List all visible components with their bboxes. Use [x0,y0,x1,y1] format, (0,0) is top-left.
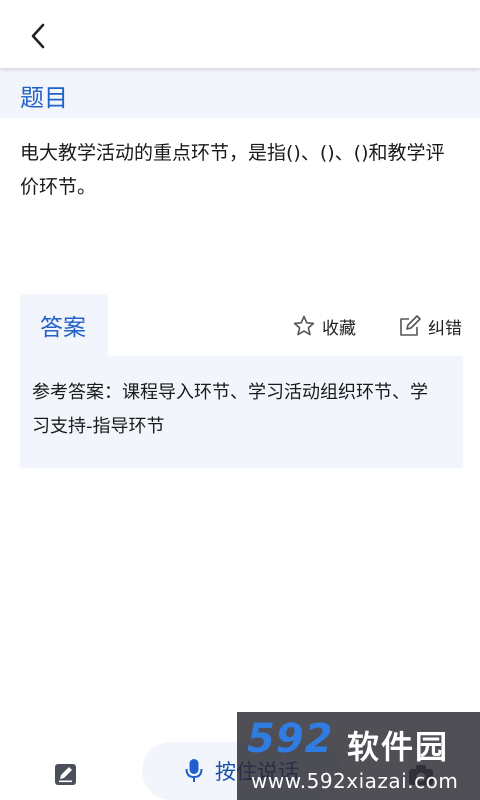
correction-button[interactable]: 纠错 [398,312,462,340]
answer-text: 参考答案：课程导入环节、学习活动组织环节、学习支持-指导环节 [32,382,428,437]
favorite-label: 收藏 [322,318,356,339]
correction-label: 纠错 [428,318,462,339]
answer-tab[interactable]: 答案 [20,294,108,356]
question-title: 题目 [20,84,68,112]
answer-tab-label: 答案 [40,315,86,341]
pencil-note-icon [55,764,76,785]
watermark-logo-number: 592 [247,716,334,762]
edit-square-icon [400,315,421,336]
note-button[interactable] [52,760,80,788]
watermark-url: www.592xiazai.com [251,769,459,793]
top-bar [0,0,480,68]
site-watermark: 592 软件园 www.592xiazai.com [237,712,480,800]
star-outline-icon [293,315,315,336]
favorite-button[interactable]: 收藏 [292,312,356,340]
watermark-logo-text: 软件园 [347,728,450,766]
chevron-left-icon [31,23,45,49]
question-text: 电大教学活动的重点环节，是指()、()、()和教学评价环节。 [20,142,445,198]
watermark-logo: 592 [247,716,334,762]
microphone-icon [185,759,203,782]
answer-panel: 参考答案：课程导入环节、学习活动组织环节、学习支持-指导环节 [20,356,463,468]
back-button[interactable] [22,20,54,52]
question-section-header: 题目 [0,68,480,118]
